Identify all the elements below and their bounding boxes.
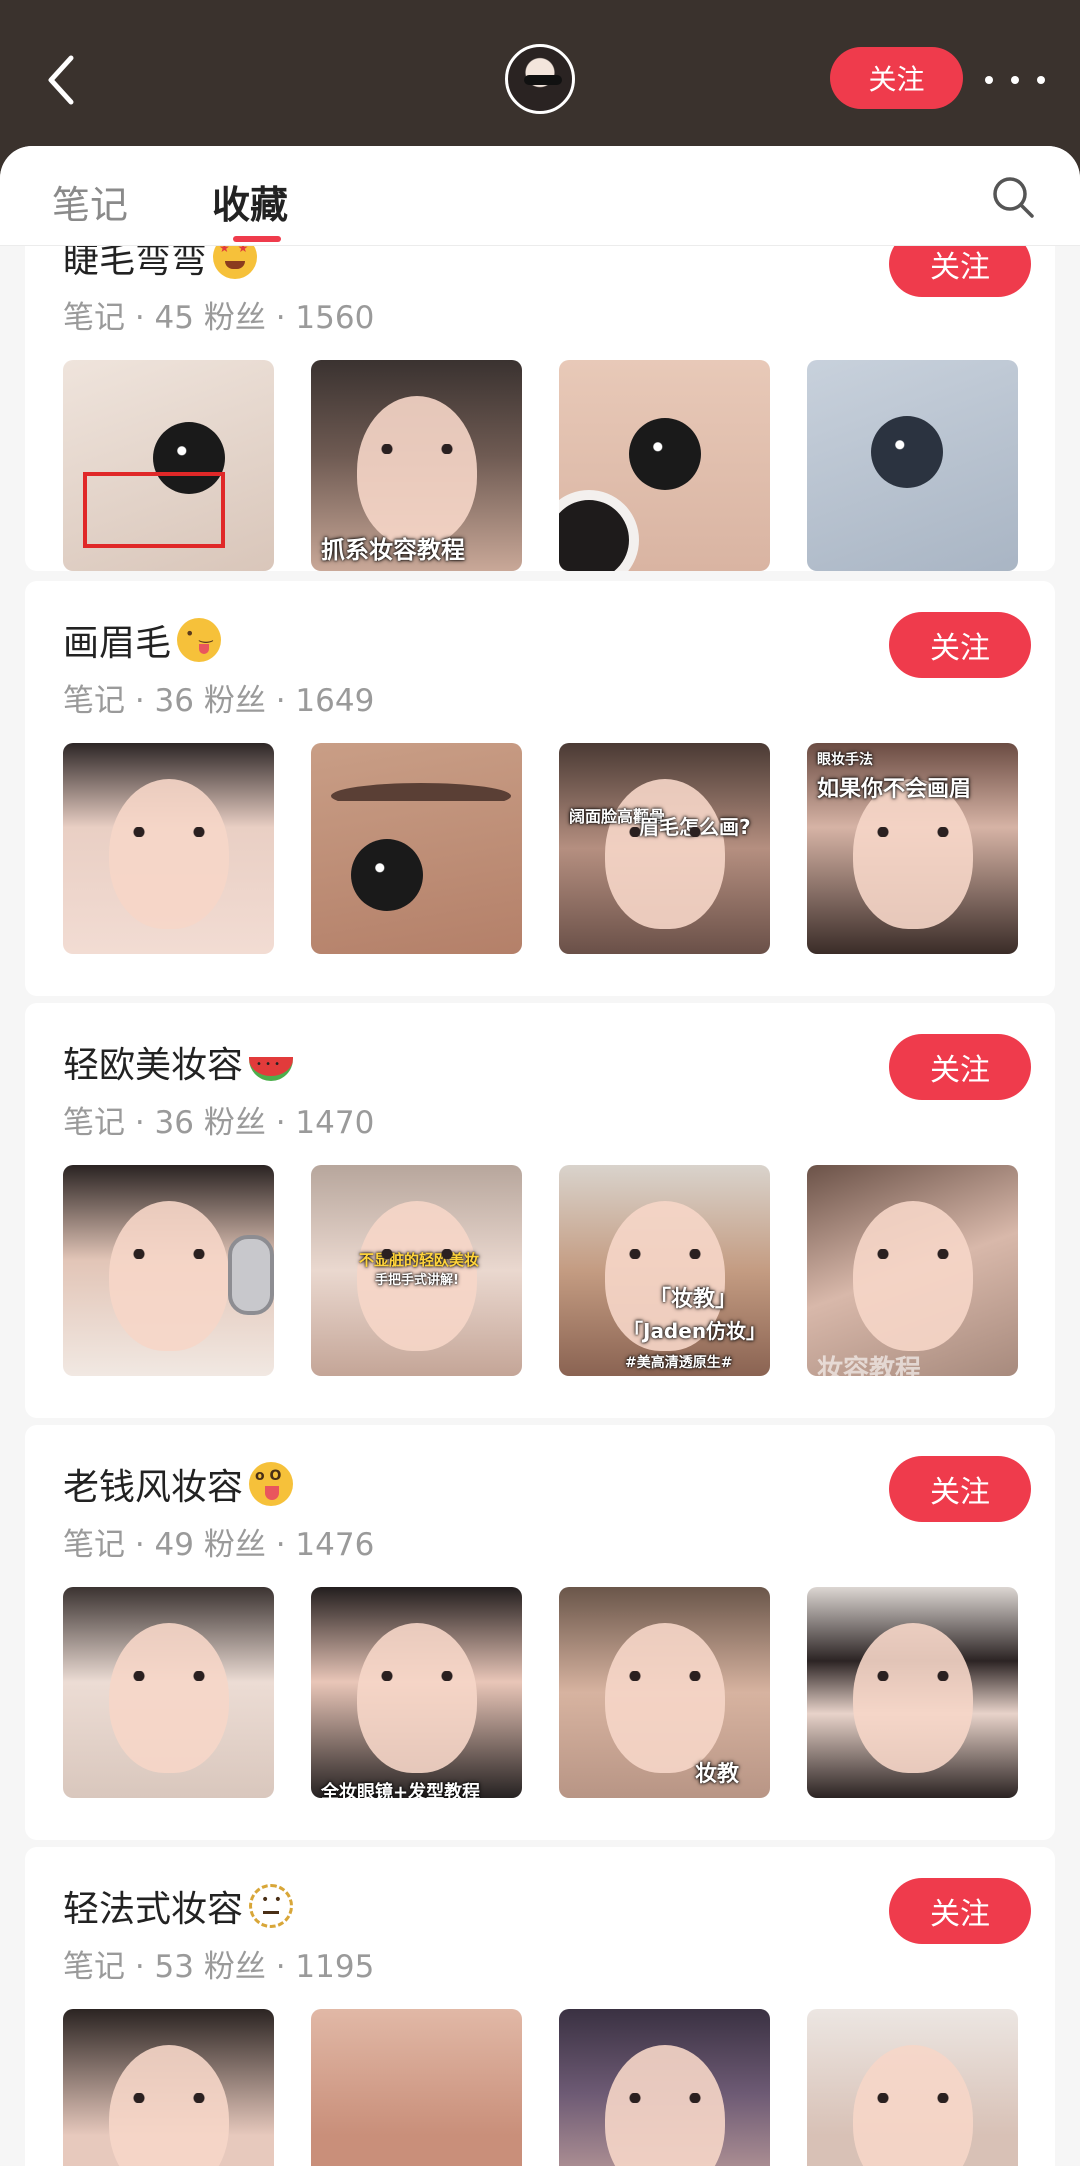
note-thumbnail[interactable] [807, 1587, 1018, 1798]
follow-board-button[interactable]: 关注 [889, 612, 1031, 678]
note-thumbnail[interactable]: 妆教 [559, 1587, 770, 1798]
search-icon [993, 177, 1034, 218]
headphones [228, 1235, 274, 1315]
thumbnail-caption-top: 「妆教」 [649, 1287, 738, 1312]
thumbnail-caption: 妆教 [695, 1762, 740, 1787]
thumbnail-caption: 「Jaden仿妆」 [623, 1319, 767, 1343]
board-card[interactable]: 轻欧美妆容 笔记 · 36 粉丝 · 1470 关注 不显脏的轻欧美妆 手把手式… [25, 1003, 1055, 1418]
note-thumbnail[interactable]: 全妆眼镜+发型教程 [311, 1587, 522, 1798]
board-title: 老钱风妆容 [63, 1458, 294, 1510]
thumbnail-caption: 不显脏的轻欧美妆 [359, 1251, 480, 1269]
dotted-line-face-emoji [249, 1884, 294, 1928]
thumbnail-caption: 眉毛怎么画? [639, 815, 751, 839]
board-meta: 笔记 · 53 粉丝 · 1195 [63, 1949, 375, 1985]
note-thumbnail[interactable]: 眼妆手法 如果你不会画眉 [807, 743, 1018, 954]
more-dots-icon [985, 76, 993, 84]
board-title-text: 轻法式妆容 [63, 1889, 244, 1930]
board-title: 轻法式妆容 [63, 1880, 294, 1932]
board-title-text: 老钱风妆容 [63, 1467, 244, 1508]
eye-illustration [351, 839, 423, 911]
note-thumbnail[interactable] [63, 2009, 274, 2166]
follow-board-button[interactable]: 关注 [889, 1878, 1031, 1944]
avatar[interactable] [505, 44, 575, 114]
board-thumbnails [63, 2009, 1033, 2166]
thumbnail-caption: 妆容教程 [817, 1355, 922, 1376]
board-card[interactable]: 轻法式妆容 笔记 · 53 粉丝 · 1195 关注 [25, 1847, 1055, 2166]
search-button[interactable] [990, 174, 1036, 220]
board-meta: 笔记 · 36 粉丝 · 1470 [63, 1105, 375, 1141]
note-thumbnail[interactable] [559, 360, 770, 571]
note-thumbnail[interactable] [63, 360, 274, 571]
board-thumbnails: 不显脏的轻欧美妆 手把手式讲解! 「妆教」 「Jaden仿妆」 #美高清透原生#… [63, 1165, 1033, 1377]
follow-board-button[interactable]: 关注 [889, 1034, 1031, 1100]
more-options-button[interactable] [985, 60, 1045, 100]
top-header: 关注 [0, 0, 1080, 150]
note-thumbnail[interactable] [807, 360, 1018, 571]
board-title: 画眉毛 [63, 614, 222, 666]
note-thumbnail[interactable] [807, 2009, 1018, 2166]
board-card[interactable]: 画眉毛 笔记 · 36 粉丝 · 1649 关注 阔面脸高颧骨 眉毛怎么画? 眼… [25, 581, 1055, 996]
more-dots-icon [1037, 76, 1045, 84]
eye-illustration [629, 418, 701, 490]
thumbnail-caption: 全妆眼镜+发型教程 [321, 1782, 481, 1798]
board-meta: 笔记 · 36 粉丝 · 1649 [63, 683, 375, 719]
note-thumbnail[interactable] [311, 743, 522, 954]
thumbnail-caption-top: 眼妆手法 [817, 752, 873, 768]
board-card[interactable]: 老钱风妆容 笔记 · 49 粉丝 · 1476 关注 全妆眼镜+发型教程 妆教 [25, 1425, 1055, 1840]
note-thumbnail[interactable]: 不显脏的轻欧美妆 手把手式讲解! [311, 1165, 522, 1376]
watermelon-emoji [249, 1057, 294, 1081]
follow-user-button[interactable]: 关注 [830, 47, 963, 109]
thumbnail-caption-sub: 手把手式讲解! [375, 1273, 459, 1288]
more-dots-icon [1011, 76, 1019, 84]
tab-bar: 笔记 收藏 [0, 146, 1080, 246]
note-thumbnail[interactable] [63, 1165, 274, 1376]
board-thumbnails: 全妆眼镜+发型教程 妆教 [63, 1587, 1033, 1799]
board-thumbnails: 阔面脸高颧骨 眉毛怎么画? 眼妆手法 如果你不会画眉 [63, 743, 1033, 955]
highlight-box [83, 472, 225, 548]
note-thumbnail[interactable]: 妆容教程 [807, 1165, 1018, 1376]
thumbnail-caption-sub: #美高清透原生# [625, 1355, 733, 1371]
tab-collections[interactable]: 收藏 [212, 174, 288, 229]
eye-sketch [871, 416, 943, 488]
note-thumbnail[interactable] [63, 1587, 274, 1798]
note-thumbnail[interactable]: 阔面脸高颧骨 眉毛怎么画? [559, 743, 770, 954]
note-thumbnail[interactable] [559, 2009, 770, 2166]
content-sheet: 笔记 收藏 睫毛弯弯 笔记 · 45 粉丝 · 1560 关注 [0, 146, 1080, 2166]
avatar-glasses [524, 75, 562, 85]
compact-mirror [559, 490, 639, 571]
note-thumbnail[interactable]: 抓系妆容教程 [311, 360, 522, 571]
board-title-text: 轻欧美妆容 [63, 1045, 244, 1086]
follow-board-button[interactable]: 关注 [889, 1456, 1031, 1522]
tab-notes[interactable]: 笔记 [52, 174, 128, 229]
note-thumbnail[interactable]: 「妆教」 「Jaden仿妆」 #美高清透原生# [559, 1165, 770, 1376]
back-button[interactable] [30, 45, 90, 115]
thumbnail-caption: 如果你不会画眉 [817, 777, 972, 802]
board-thumbnails: 抓系妆容教程 [63, 360, 1033, 572]
board-meta: 笔记 · 49 粉丝 · 1476 [63, 1527, 375, 1563]
brow-stroke [331, 783, 511, 809]
note-thumbnail[interactable] [63, 743, 274, 954]
note-thumbnail[interactable] [311, 2009, 522, 2166]
chevron-left-icon [48, 55, 74, 105]
winking-tongue-emoji [177, 618, 222, 662]
board-title-text: 画眉毛 [63, 623, 172, 664]
thumbnail-caption: 抓系妆容教程 [321, 536, 465, 564]
board-meta: 笔记 · 45 粉丝 · 1560 [63, 300, 375, 336]
zany-face-emoji [249, 1462, 294, 1506]
board-title: 轻欧美妆容 [63, 1036, 294, 1088]
active-tab-indicator [233, 236, 281, 242]
